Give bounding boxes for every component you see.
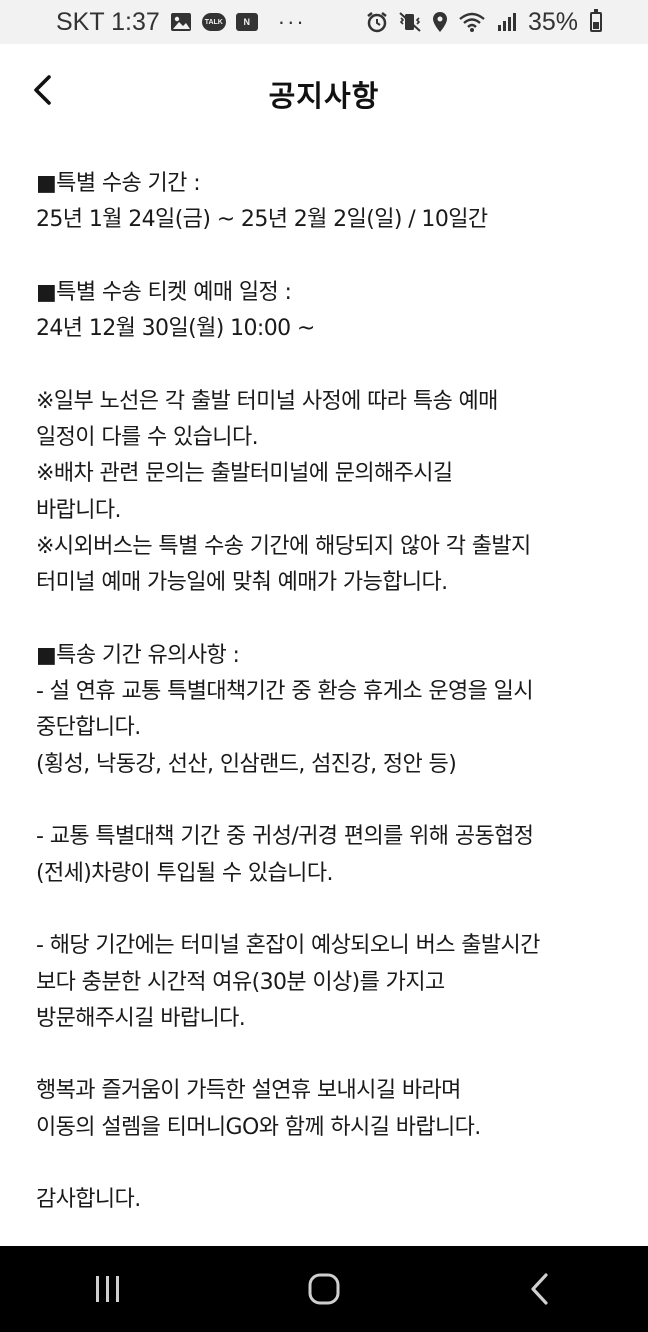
notice-line: 보다 충분한 시간적 여유(30분 이상)를 가지고 xyxy=(36,969,445,995)
recent-apps-icon xyxy=(96,1276,119,1302)
wifi-icon xyxy=(458,11,486,33)
notice-line: 터미널 예매 가능일에 맞춰 예매가 가능합니다. xyxy=(36,570,448,596)
notice-line: ※일부 노선은 각 출발 터미널 사정에 따라 특송 예매 xyxy=(36,388,498,414)
notice-line: 방문해주시길 바랍니다. xyxy=(36,1005,246,1031)
notice-line: - 교통 특별대책 기간 중 귀성/귀경 편의를 위해 공동협정 xyxy=(36,824,534,850)
notice-line: ※배차 관련 문의는 출발터미널에 문의해주시길 xyxy=(36,461,453,487)
status-bar-right: 35% xyxy=(366,8,602,37)
signal-icon xyxy=(496,11,518,33)
more-notifications-icon: ··· xyxy=(277,9,306,34)
notice-line: (횡성, 낙동강, 선산, 인삼랜드, 섬진강, 정안 등) xyxy=(36,751,457,777)
battery-percent: 35% xyxy=(527,7,578,36)
notice-line: 중단합니다. xyxy=(36,715,141,741)
app-header: 공지사항 xyxy=(0,44,648,144)
recent-apps-button[interactable] xyxy=(68,1259,148,1319)
notice-line: 이동의 설렘을 티머니GO와 함께 하시길 바랍니다. xyxy=(36,1114,481,1140)
naver-icon: N xyxy=(235,13,258,31)
nav-back-button[interactable] xyxy=(500,1259,580,1319)
page-title: 공지사항 xyxy=(268,79,380,113)
notice-line: - 설 연휴 교통 특별대책기간 중 환승 휴게소 운영을 일시 xyxy=(36,679,534,705)
carrier-time: SKT 1:37 xyxy=(56,7,160,36)
navigation-bar xyxy=(0,1246,648,1332)
chevron-left-icon xyxy=(34,75,51,105)
status-bar-left: SKT 1:37 TALK N ··· xyxy=(56,8,306,37)
notice-body: ■특별 수송 기간 : 25년 1월 24일(금) ~ 25년 2월 2일(일) … xyxy=(36,166,616,1219)
kakaotalk-icon: TALK xyxy=(201,13,226,31)
back-button[interactable] xyxy=(24,70,60,110)
notice-line: - 해당 기간에는 터미널 혼잡이 예상되오니 버스 출발시간 xyxy=(36,933,540,959)
vibrate-mute-icon xyxy=(398,11,422,33)
notice-line: 25년 1월 24일(금) ~ 25년 2월 2일(일) / 10일간 xyxy=(36,207,488,233)
status-bar: SKT 1:37 TALK N ··· 35% xyxy=(0,0,648,44)
notice-line: 바랍니다. xyxy=(36,497,122,523)
notice-line: 감사합니다. xyxy=(36,1187,141,1213)
battery-icon xyxy=(590,9,602,32)
notice-line: ■특별 수송 기간 : xyxy=(36,171,201,196)
notice-line: ■특별 수송 티켓 예매 일정 : xyxy=(36,279,292,305)
home-button[interactable] xyxy=(284,1259,364,1319)
notice-line: ※시외버스는 특별 수송 기간에 해당되지 않아 각 출발지 xyxy=(36,533,531,559)
notice-line: (전세)차량이 투입될 수 있습니다. xyxy=(36,860,333,886)
home-icon xyxy=(308,1273,340,1305)
notice-line: ■특송 기간 유의사항 : xyxy=(36,642,240,668)
nav-back-icon xyxy=(531,1273,548,1305)
notice-line: 일정이 다를 수 있습니다. xyxy=(36,425,259,451)
location-icon xyxy=(432,11,448,33)
notice-line: 24년 12월 30일(월) 10:00 ~ xyxy=(36,316,315,342)
notice-line: 행복과 즐거움이 가득한 설연휴 보내시길 바라며 xyxy=(36,1078,461,1104)
image-icon xyxy=(170,12,192,32)
alarm-icon xyxy=(366,11,388,33)
